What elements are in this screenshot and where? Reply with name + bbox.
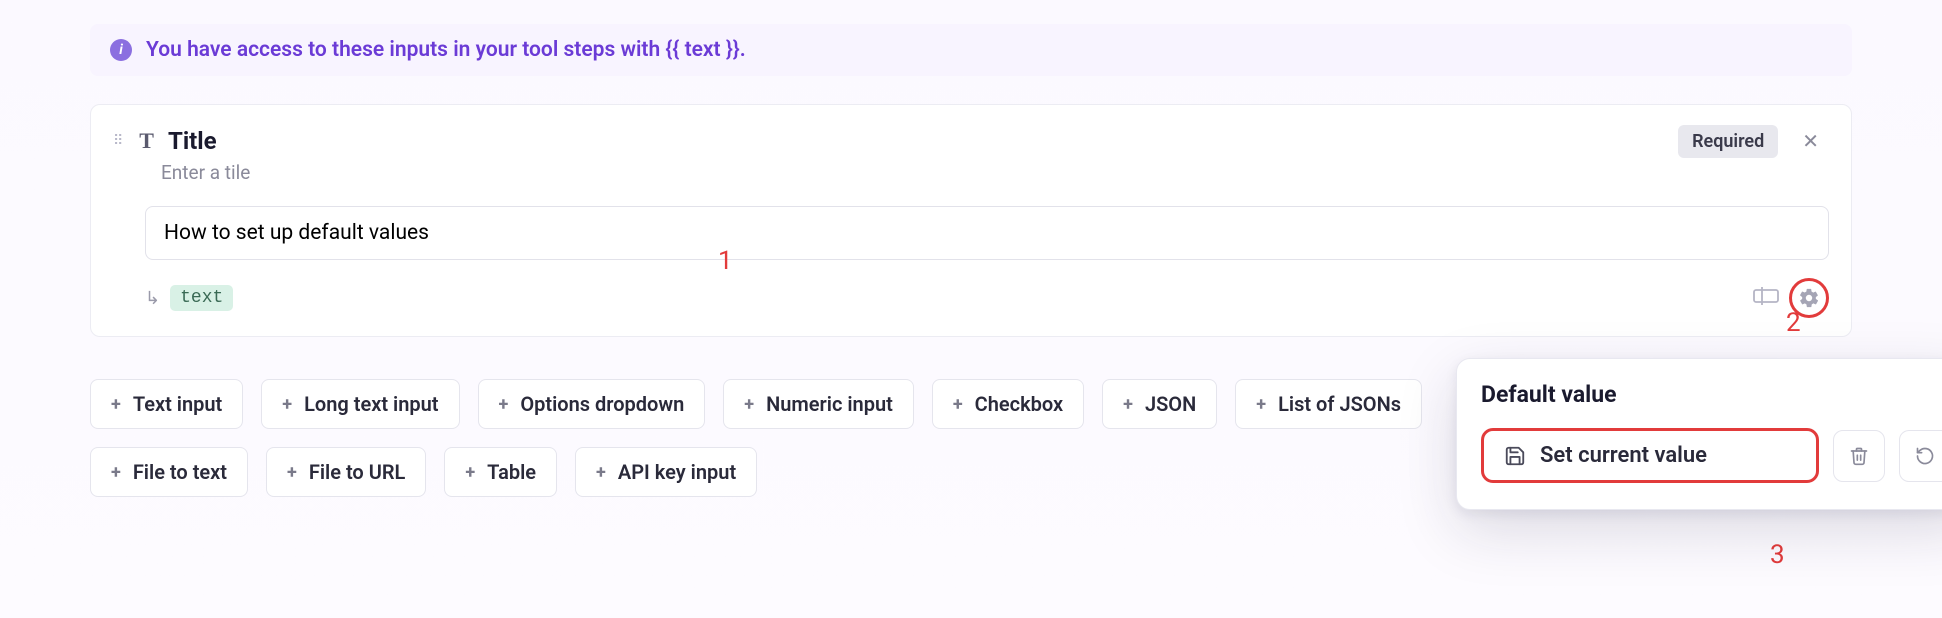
plus-icon: + — [282, 394, 292, 415]
callout-1: 1 — [718, 246, 733, 276]
default-value-popover: Default value Set current value — [1456, 358, 1942, 510]
popover-heading: Default value — [1481, 381, 1942, 408]
trash-icon — [1849, 446, 1869, 466]
drag-handle-icon[interactable]: ⠿ — [113, 137, 125, 145]
rename-icon[interactable] — [1753, 286, 1779, 310]
add-file-to-text[interactable]: +File to text — [90, 447, 248, 497]
required-badge: Required — [1678, 125, 1778, 158]
close-icon[interactable]: ✕ — [1792, 123, 1829, 159]
plus-icon: + — [499, 394, 509, 415]
plus-icon: + — [1256, 394, 1266, 415]
add-checkbox[interactable]: +Checkbox — [932, 379, 1084, 429]
add-text-input[interactable]: +Text input — [90, 379, 243, 429]
info-bar: i You have access to these inputs in you… — [90, 24, 1852, 76]
add-numeric-input[interactable]: +Numeric input — [723, 379, 914, 429]
add-file-to-url[interactable]: +File to URL — [266, 447, 426, 497]
variable-chip[interactable]: text — [170, 285, 233, 311]
save-icon — [1504, 445, 1526, 467]
add-api-key-input[interactable]: +API key input — [575, 447, 757, 497]
callout-3: 3 — [1770, 540, 1785, 570]
add-json[interactable]: +JSON — [1102, 379, 1217, 429]
plus-icon: + — [111, 394, 121, 415]
add-options-dropdown[interactable]: +Options dropdown — [478, 379, 706, 429]
value-input-wrapper[interactable] — [145, 206, 1829, 260]
add-long-text-input[interactable]: +Long text input — [261, 379, 459, 429]
set-current-value-button[interactable]: Set current value — [1481, 428, 1819, 483]
callout-2: 2 — [1786, 308, 1801, 338]
plus-icon: + — [596, 462, 606, 483]
delete-default-button[interactable] — [1833, 430, 1885, 482]
reset-icon — [1915, 446, 1935, 466]
input-card: ⠿ T Title Required ✕ Enter a tile ↳ text — [90, 104, 1852, 337]
input-type-list: +Text input +Long text input +Options dr… — [90, 379, 1490, 497]
value-input[interactable] — [164, 221, 1810, 245]
plus-icon: + — [465, 462, 475, 483]
info-icon: i — [110, 39, 132, 61]
plus-icon: + — [111, 462, 121, 483]
gear-icon — [1798, 287, 1820, 309]
field-subtitle: Enter a tile — [161, 161, 1829, 184]
return-arrow-icon: ↳ — [145, 288, 160, 309]
field-title: Title — [168, 127, 1664, 155]
add-table[interactable]: +Table — [444, 447, 557, 497]
info-text: You have access to these inputs in your … — [146, 38, 746, 62]
plus-icon: + — [953, 394, 963, 415]
text-type-icon: T — [139, 128, 154, 154]
add-list-of-jsons[interactable]: +List of JSONs — [1235, 379, 1422, 429]
plus-icon: + — [287, 462, 297, 483]
plus-icon: + — [1123, 394, 1133, 415]
reset-default-button[interactable] — [1899, 430, 1942, 482]
plus-icon: + — [744, 394, 754, 415]
